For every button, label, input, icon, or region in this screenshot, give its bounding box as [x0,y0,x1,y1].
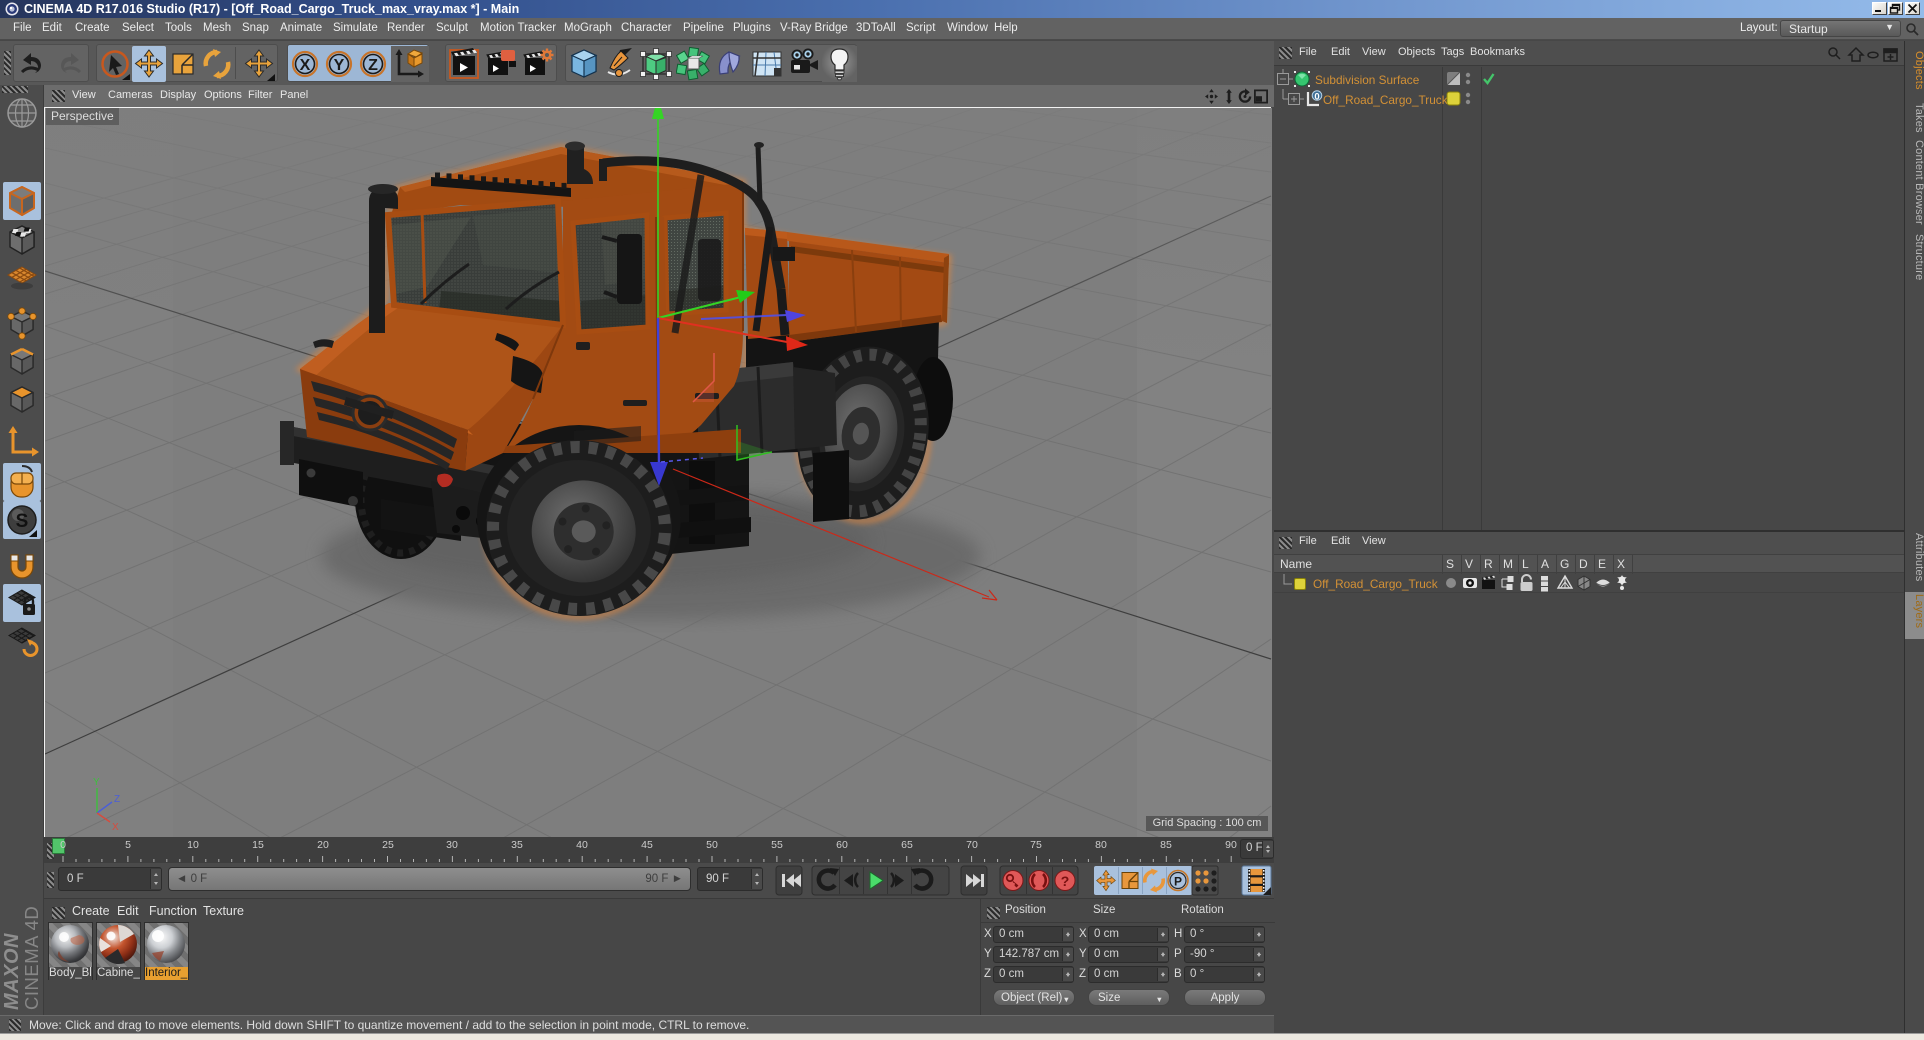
svg-text:5: 5 [125,839,131,851]
svg-text:Z: Z [114,794,120,805]
svg-text:90: 90 [1225,839,1237,851]
svg-text:55: 55 [771,839,783,851]
svg-text:X: X [300,57,311,74]
svg-text:70: 70 [966,839,978,851]
svg-text:0: 0 [60,839,66,851]
svg-text:X: X [112,822,119,833]
svg-text:75: 75 [1030,839,1042,851]
svg-text:20: 20 [317,839,329,851]
svg-text:25: 25 [382,839,394,851]
svg-text:40: 40 [576,839,588,851]
svg-text:45: 45 [641,839,653,851]
svg-text:?: ? [1061,873,1070,889]
svg-text:0: 0 [1314,92,1319,103]
svg-text:30: 30 [446,839,458,851]
svg-text:65: 65 [901,839,913,851]
svg-text:Y: Y [334,57,345,74]
svg-text:35: 35 [511,839,523,851]
svg-text:15: 15 [252,839,264,851]
svg-text:60: 60 [836,839,848,851]
svg-text:10: 10 [187,839,199,851]
svg-text:80: 80 [1095,839,1107,851]
svg-text:85: 85 [1160,839,1172,851]
svg-text:P: P [1174,875,1182,889]
svg-text:Y: Y [93,777,100,788]
svg-text:S: S [16,511,29,532]
svg-text:Z: Z [368,57,378,74]
svg-text:50: 50 [706,839,718,851]
